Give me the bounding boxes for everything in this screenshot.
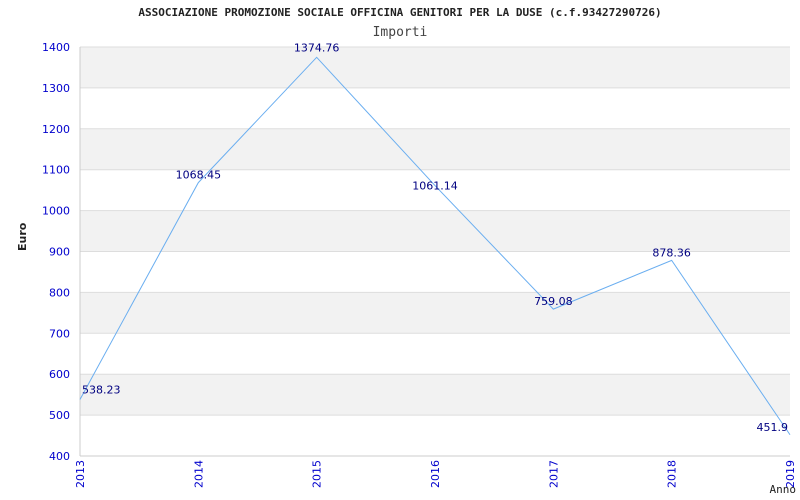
data-label: 1068.45 [176,169,222,182]
x-tick-label: 2015 [311,460,324,488]
y-tick-label: 1400 [42,41,70,54]
x-tick-label: 2013 [74,460,87,488]
y-tick-label: 800 [49,286,70,299]
y-tick-label: 400 [49,450,70,463]
y-tick-label: 500 [49,409,70,422]
plot-area: 400 500 600 700 800 900 1000 1100 1200 1300 1400 20… [42,41,797,488]
data-label: 759.08 [534,295,573,308]
data-label: 1374.76 [294,41,340,54]
y-tick-label: 1200 [42,123,70,136]
x-tick-label: 2018 [666,460,679,488]
y-tick-label: 600 [49,368,70,381]
grid-band [80,374,790,416]
y-tick-label: 700 [49,327,70,340]
x-tick-label: 2017 [547,460,560,488]
x-tick-label: 2019 [784,460,797,488]
data-label: 538.23 [82,383,121,396]
y-tick-label: 1000 [42,205,70,218]
data-label: 451.9 [757,421,789,434]
chart: ASSOCIAZIONE PROMOZIONE SOCIALE OFFICINA… [0,0,800,500]
grid-band [80,292,790,334]
grid-band [80,128,790,170]
data-label: 1061.14 [412,180,458,193]
data-label: 878.36 [652,246,691,259]
x-tick-label: 2014 [192,460,205,488]
x-tick-label: 2016 [429,460,442,488]
grid-band [80,47,790,88]
y-tick-label: 1300 [42,82,70,95]
y-tick-label: 900 [49,246,70,259]
y-tick-label: 1100 [42,164,70,177]
